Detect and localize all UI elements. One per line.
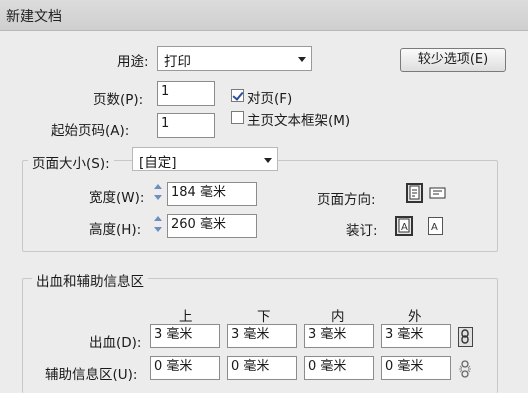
slug-label: 辅助信息区(U): <box>45 367 138 383</box>
fewer-options-button[interactable]: 较少选项(E) <box>400 48 506 72</box>
bleed-outside-field[interactable]: 3 毫米 <box>381 324 451 348</box>
stepper-down-icon[interactable] <box>154 227 162 232</box>
page-size-select[interactable]: [自定] <box>132 147 278 171</box>
binding-right-to-left-icon[interactable]: A <box>428 217 443 235</box>
start-page-field[interactable]: 1 <box>157 113 215 138</box>
slug-outside-field[interactable]: 0 毫米 <box>381 356 451 380</box>
width-stepper[interactable] <box>153 181 163 204</box>
column-header-top: 上 <box>179 309 193 325</box>
stepper-down-icon[interactable] <box>154 195 162 200</box>
window-title: 新建文档 <box>6 9 62 25</box>
slug-bottom-field[interactable]: 0 毫米 <box>227 356 297 380</box>
new-document-dialog: 用途: 打印 较少选项(E) 页数(P): 1 对页(F) 起始页码(A): 1… <box>0 31 528 393</box>
chain-link-broken-icon[interactable] <box>457 360 473 378</box>
portrait-page-icon[interactable] <box>406 183 423 203</box>
binding-left-to-right-icon[interactable]: A <box>395 216 413 236</box>
binding-label: 装订: <box>346 223 378 239</box>
column-header-inside: 内 <box>331 309 345 325</box>
bleed-top-field[interactable]: 3 毫米 <box>150 324 220 348</box>
page-size-select-value: [自定] <box>139 155 177 171</box>
chevron-down-icon <box>298 57 306 62</box>
stepper-up-icon[interactable] <box>154 184 162 189</box>
start-page-label: 起始页码(A): <box>51 123 130 139</box>
slug-inside-field[interactable]: 0 毫米 <box>304 356 374 380</box>
bleed-bottom-field[interactable]: 3 毫米 <box>227 324 297 348</box>
width-label: 宽度(W): <box>89 190 145 206</box>
bleed-label: 出血(D): <box>89 335 142 351</box>
height-field[interactable]: 260 毫米 <box>167 214 257 238</box>
svg-text:A: A <box>401 222 408 233</box>
master-text-frame-label: 主页文本框架(M) <box>247 113 351 129</box>
purpose-label: 用途: <box>117 54 149 70</box>
column-header-outside: 外 <box>408 309 422 325</box>
bleed-inside-field[interactable]: 3 毫米 <box>304 324 374 348</box>
svg-text:A: A <box>431 222 438 233</box>
column-header-bottom: 下 <box>257 309 271 325</box>
page-size-label: 页面大小(S): <box>28 152 114 172</box>
pages-label: 页数(P): <box>93 92 144 108</box>
chevron-down-icon <box>264 158 272 163</box>
height-label: 高度(H): <box>89 222 142 238</box>
page-size-group <box>22 160 498 252</box>
stepper-up-icon[interactable] <box>154 216 162 221</box>
pages-field[interactable]: 1 <box>157 81 215 106</box>
bleed-slug-section-label: 出血和辅助信息区 <box>32 270 148 290</box>
slug-top-field[interactable]: 0 毫米 <box>150 356 220 380</box>
height-stepper[interactable] <box>153 213 163 236</box>
facing-pages-checkbox[interactable] <box>231 89 244 102</box>
orientation-label: 页面方向: <box>317 192 376 208</box>
chain-link-icon[interactable] <box>458 327 473 347</box>
window-titlebar: 新建文档 <box>0 0 528 31</box>
master-text-frame-checkbox[interactable] <box>231 111 244 124</box>
facing-pages-label: 对页(F) <box>247 91 293 107</box>
purpose-select-value: 打印 <box>164 54 191 70</box>
width-field[interactable]: 184 毫米 <box>167 182 257 206</box>
landscape-page-icon[interactable] <box>429 184 447 202</box>
purpose-select[interactable]: 打印 <box>157 46 312 71</box>
